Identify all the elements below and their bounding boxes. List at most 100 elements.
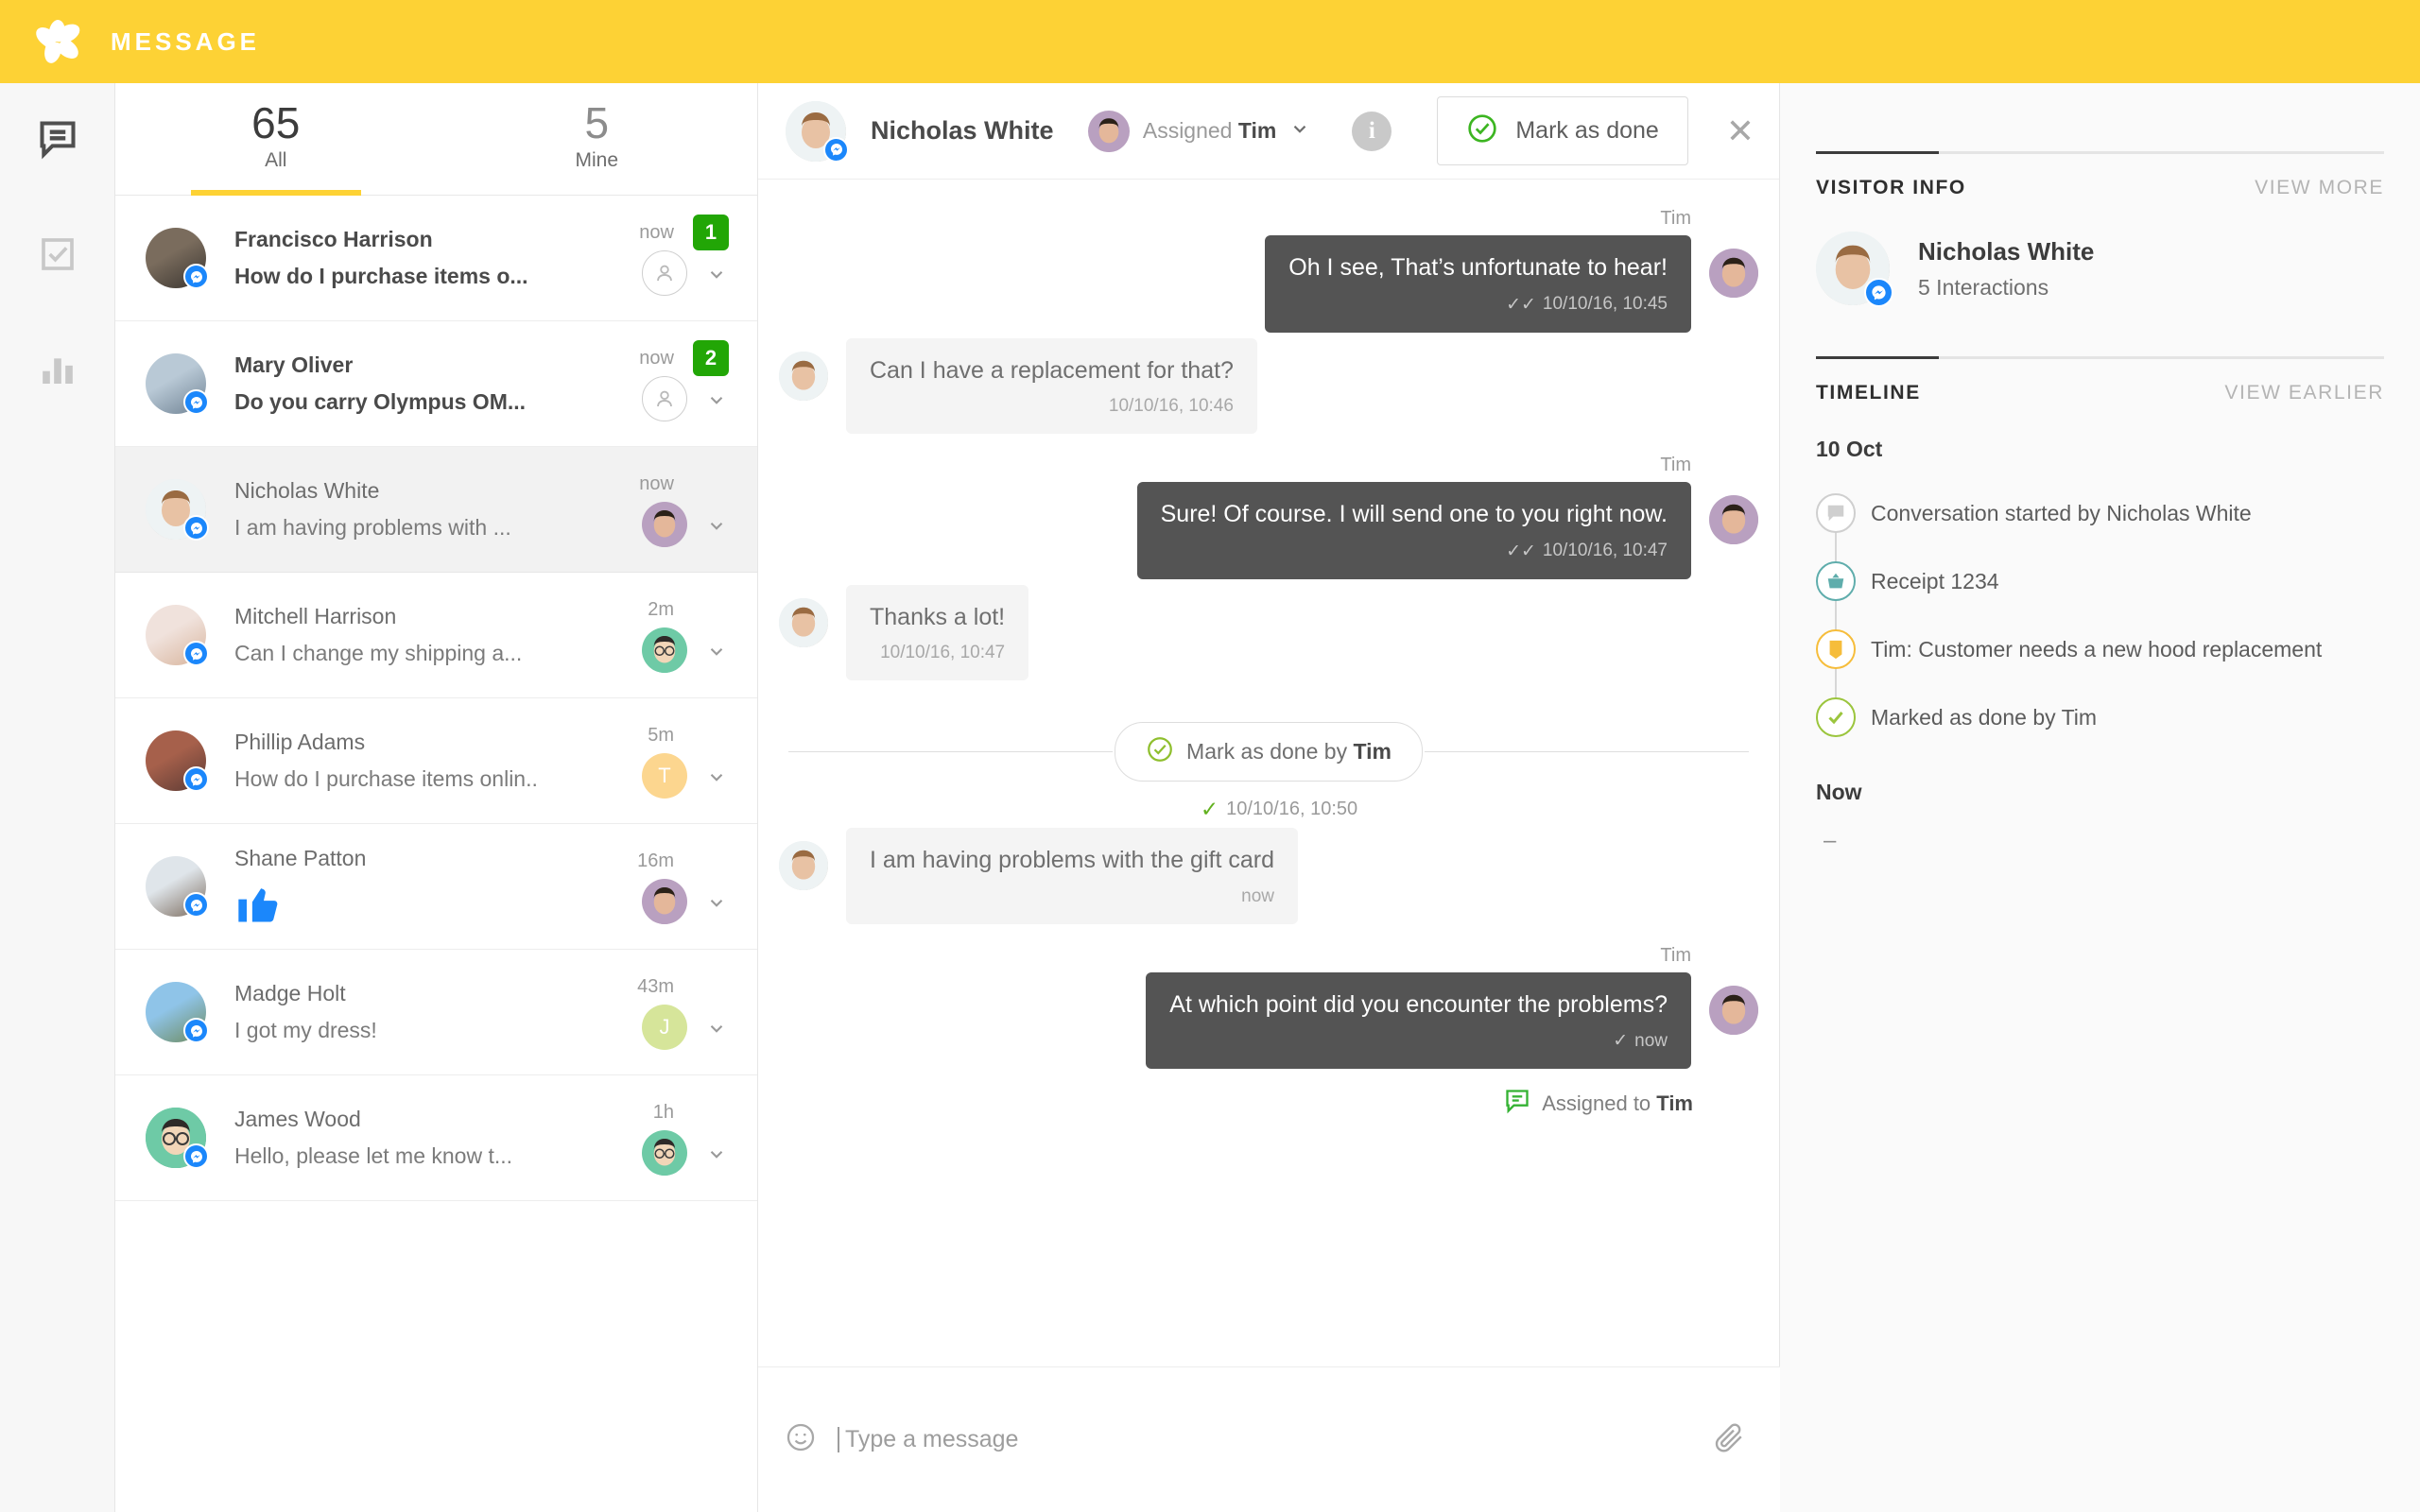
view-more-link[interactable]: VIEW MORE (2255, 177, 2384, 199)
assignee-placeholder-avatar[interactable] (642, 250, 687, 296)
conversation-preview: Do you carry Olympus OM... (234, 389, 527, 414)
check-circle-icon (1146, 735, 1174, 768)
rail-item-tasks[interactable] (0, 198, 115, 314)
conversation-row[interactable]: Mitchell Harrison Can I change my shippin… (115, 573, 757, 698)
conversation-row[interactable]: Mary Oliver Do you carry Olympus OM... now… (115, 321, 757, 447)
message-row: At which point did you encounter the pro… (758, 971, 1779, 1069)
assignee-avatar[interactable] (642, 627, 687, 673)
conversation-row[interactable]: Nicholas White I am having problems with … (115, 447, 757, 573)
contact-avatar (146, 856, 209, 918)
tab-mine[interactable]: 5 Mine (437, 83, 758, 195)
tab-all[interactable]: 65 All (115, 83, 437, 195)
message-row: I am having problems with the gift card n… (758, 828, 1779, 924)
message-text: I am having problems with the gift card (870, 847, 1274, 873)
messenger-channel-icon (183, 641, 209, 666)
message-row: Can I have a replacement for that? 10/10/… (758, 337, 1779, 434)
rail-item-messages[interactable] (0, 83, 115, 198)
basket-icon (1816, 561, 1856, 601)
paperclip-icon[interactable] (1712, 1420, 1746, 1459)
conversation-preview: Hello, please let me know t... (234, 1143, 513, 1168)
check-icon: ✓ (1200, 797, 1219, 821)
message-input[interactable] (838, 1426, 1712, 1453)
app-title: MESSAGE (111, 26, 261, 56)
visitor-summary: Nicholas White 5 Interactions (1816, 232, 2384, 356)
message-bubble: Can I have a replacement for that? 10/10/… (846, 337, 1257, 434)
chevron-down-icon[interactable] (706, 515, 727, 536)
app-header: MESSAGE (0, 0, 2420, 83)
assignee-avatar[interactable] (642, 1130, 687, 1176)
message-text: Sure! Of course. I will send one to you … (1160, 501, 1668, 527)
chevron-down-icon[interactable] (706, 766, 727, 787)
conversation-filter-tabs: 65 All 5 Mine (115, 83, 757, 195)
timeline-items: Conversation started by Nicholas White Re… (1816, 479, 2384, 751)
timeline-now-value: – (1824, 828, 1837, 853)
timeline-item: Tim: Customer needs a new hood replaceme… (1816, 615, 2384, 683)
conversation-preview: Can I change my shipping a... (234, 641, 523, 665)
message-timestamp: now (1241, 885, 1274, 906)
conversation-list-panel: 65 All 5 Mine Francisco Harrison How do I… (115, 83, 758, 1512)
conversation-contact-name: Shane Patton (234, 845, 367, 870)
messenger-channel-icon (823, 136, 849, 163)
message-meta: ✓ now (1169, 1030, 1668, 1052)
smiley-icon[interactable] (785, 1421, 817, 1458)
timeline-section-title: TIMELINE (1816, 382, 1921, 404)
chat-message-list: Tim Oh I see, That’s unfortunate to hear!… (758, 180, 1779, 1366)
mark-done-pill: Mark as done by Tim (1115, 722, 1423, 782)
conversation-timestamp: 2m (648, 599, 674, 620)
message-meta: now (870, 886, 1274, 907)
conversation-preview: How do I purchase items onlin.. (234, 766, 538, 791)
chevron-down-icon[interactable] (706, 892, 727, 913)
timeline-date-group: 10 Oct (1816, 437, 1883, 461)
conversation-timestamp: 43m (637, 976, 674, 997)
conversation-timestamp: now (639, 222, 674, 243)
mark-done-timestamp: ✓ 10/10/16, 10:50 (1200, 797, 1358, 821)
chevron-down-icon[interactable] (706, 389, 727, 410)
rail-item-analytics[interactable] (0, 314, 115, 429)
assigned-prefix: Assigned (1142, 118, 1233, 143)
messenger-channel-icon (183, 1143, 209, 1169)
message-text: At which point did you encounter the pro… (1169, 990, 1668, 1018)
mark-as-done-button[interactable]: Mark as done (1437, 96, 1688, 165)
tab-mine-count: 5 (584, 98, 610, 147)
conversation-row[interactable]: Francisco Harrison How do I purchase item… (115, 196, 757, 321)
timeline-section-header: TIMELINE VIEW EARLIER (1816, 359, 2384, 404)
chat-header-actions: Assigned Tim i Mark as done ✕ (1087, 96, 1779, 165)
chevron-down-icon[interactable] (706, 1143, 727, 1164)
visitor-interactions: 5 Interactions (1918, 274, 2049, 300)
message-text: Thanks a lot! (870, 603, 1006, 630)
timeline-item-text: Tim: Customer needs a new hood replaceme… (1871, 636, 2323, 662)
message-text: Can I have a replacement for that? (870, 356, 1234, 384)
chevron-down-icon[interactable] (706, 641, 727, 662)
message-timestamp: 10/10/16, 10:47 (880, 643, 1006, 662)
speech-bubble-icon (37, 118, 78, 164)
chevron-down-icon[interactable] (706, 264, 727, 284)
visitor-panel: VISITOR INFO VIEW MORE Nicholas White 5 … (1780, 83, 2420, 1512)
view-earlier-link[interactable]: VIEW EARLIER (2224, 382, 2384, 404)
conversation-row[interactable]: Phillip Adams How do I purchase items onl… (115, 698, 757, 824)
assignee-initial-avatar[interactable]: T (642, 753, 687, 799)
chat-contact-avatar (786, 100, 849, 163)
visitor-name: Nicholas White (1918, 236, 2095, 266)
chat-panel: Nicholas White Assigned Tim i Mark as do… (758, 83, 1780, 1512)
messenger-channel-icon (1864, 278, 1893, 307)
conversation-row[interactable]: Madge Holt I got my dress! 43m J (115, 950, 757, 1075)
message-bubble: Thanks a lot! 10/10/16, 10:47 (846, 584, 1029, 680)
assignee-avatar[interactable] (642, 879, 687, 924)
delivery-tick-icon: ✓✓ (1506, 541, 1536, 561)
conversation-row[interactable]: James Wood Hello, please let me know t...… (115, 1075, 757, 1201)
close-icon[interactable]: ✕ (1726, 113, 1754, 148)
app-logo-icon (32, 18, 83, 65)
divider-line (1424, 751, 1749, 752)
chevron-down-icon[interactable] (706, 1018, 727, 1039)
assignee-placeholder-avatar[interactable] (642, 376, 687, 421)
message-avatar (1709, 249, 1758, 298)
assigned-dropdown[interactable]: Assigned Tim (1087, 110, 1311, 152)
conversation-preview: I am having problems with ... (234, 515, 511, 540)
conversation-timestamp: 1h (652, 1102, 674, 1123)
assignee-initial-avatar[interactable]: J (642, 1005, 687, 1050)
conversation-timestamp: now (639, 473, 674, 494)
message-sender-label: Tim (1660, 208, 1691, 229)
conversation-row[interactable]: Shane Patton 16m (115, 824, 757, 950)
info-button[interactable]: i (1352, 111, 1392, 151)
assignee-avatar[interactable] (642, 502, 687, 547)
